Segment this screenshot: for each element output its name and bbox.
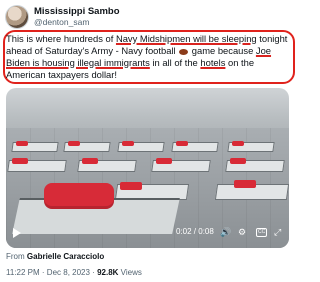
football-emoji-icon <box>179 48 189 55</box>
play-icon[interactable] <box>13 228 21 238</box>
author-handle[interactable]: @denton_sam <box>34 17 120 28</box>
author-names: Mississippi Sambo @denton_sam <box>34 6 120 28</box>
tweet-meta: 11:22 PM · Dec 8, 2023 · 92.8K Views <box>6 268 142 277</box>
views-label: Views <box>120 268 142 277</box>
foreground-pillow <box>44 183 114 209</box>
cot-pillow <box>232 141 244 146</box>
video-source: From Gabrielle Caracciolo <box>6 252 104 261</box>
settings-icon[interactable]: ⚙ <box>238 226 246 238</box>
captions-icon[interactable]: CC <box>256 228 268 237</box>
avatar[interactable] <box>6 6 28 28</box>
cot-pillow <box>16 141 28 146</box>
video-creator[interactable]: Gabrielle Caracciolo <box>27 252 104 261</box>
video-time: 0:02 / 0:08 <box>176 227 214 236</box>
tweet-text: This is where hundreds of Navy Midshipme… <box>6 33 292 81</box>
cot-pillow <box>234 180 256 188</box>
author-display-name[interactable]: Mississippi Sambo <box>34 6 120 17</box>
tweet-header: Mississippi Sambo @denton_sam <box>6 4 120 30</box>
tweet-text-underlined: Navy Midshipmen will be sleeping <box>115 33 257 44</box>
cot-pillow <box>156 158 172 164</box>
fullscreen-icon[interactable]: ⤢ <box>274 226 281 238</box>
tweet-text-underlined: hotels <box>200 57 226 68</box>
tweet-text-part: in all of the <box>149 57 201 68</box>
meta-separator: · <box>92 268 95 277</box>
cot-pillow <box>12 158 28 164</box>
cot-pillow <box>176 141 188 146</box>
cot-pillow <box>120 182 142 190</box>
tweet: Mississippi Sambo @denton_sam This is wh… <box>0 0 300 282</box>
tweet-text-part: game because <box>189 45 256 56</box>
tweet-text-part: This is where hundreds of <box>6 33 116 44</box>
volume-icon[interactable]: 🔊 <box>220 226 231 238</box>
views-count: 92.8K <box>97 268 119 277</box>
meta-separator: · <box>41 268 45 277</box>
tweet-date[interactable]: Dec 8, 2023 <box>47 268 90 277</box>
cot-pillow <box>68 141 80 146</box>
cot-pillow <box>122 141 134 146</box>
cot-pillow <box>82 158 98 164</box>
from-label: From <box>6 252 25 261</box>
tweet-time[interactable]: 11:22 PM <box>6 268 40 277</box>
video-player[interactable]: 0:02 / 0:08 🔊 ⚙ CC ⤢ <box>6 88 289 248</box>
cot-pillow <box>230 158 246 164</box>
